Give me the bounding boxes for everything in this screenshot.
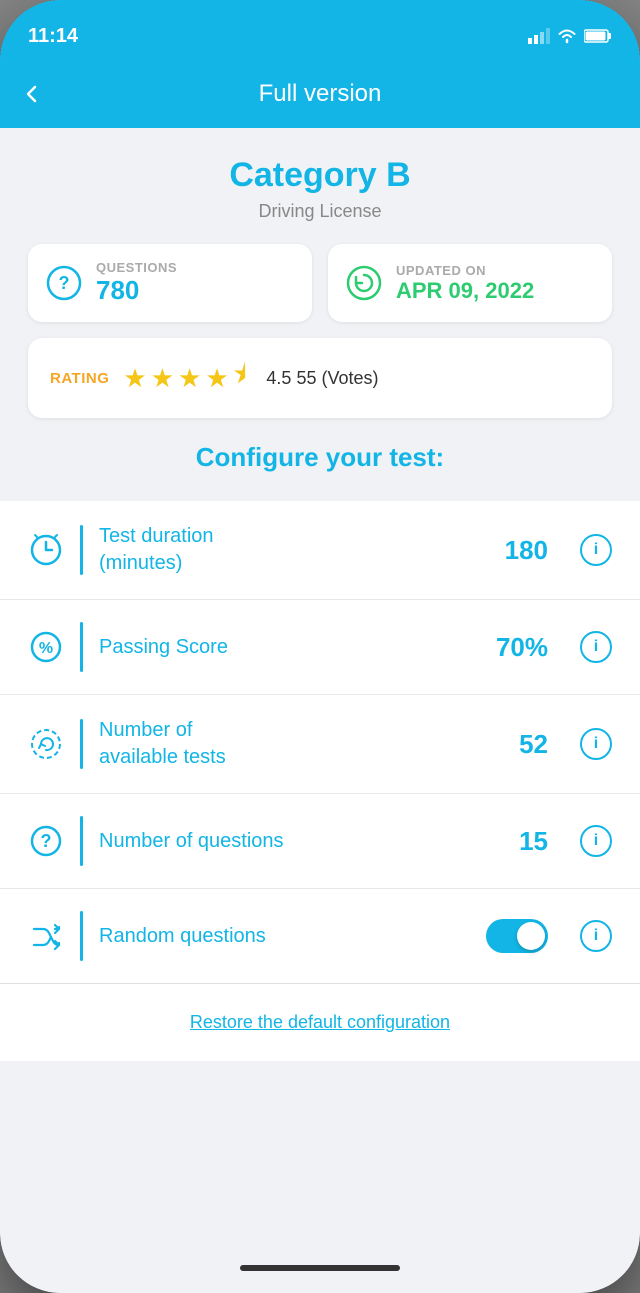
clock-icon [28,533,64,567]
config-item-num-questions[interactable]: ? Number of questions 15 i [0,794,640,889]
random-questions-info-button[interactable]: i [580,920,612,952]
content-area: Category B Driving License ? QUESTIONS [0,128,640,1243]
category-subtitle: Driving License [28,201,612,222]
num-questions-value: 15 [519,826,548,857]
restore-link[interactable]: Restore the default configuration [190,1012,450,1032]
updated-card: UPDATED ON APR 09, 2022 [328,244,612,322]
available-tests-value: 52 [519,729,548,760]
info-cards: ? QUESTIONS 780 [28,244,612,322]
updated-value: APR 09, 2022 [396,278,534,304]
config-divider [80,719,83,769]
restore-section: Restore the default configuration [0,983,640,1061]
signal-icon [528,28,550,44]
config-item-passing-score[interactable]: % Passing Score 70% i [0,600,640,695]
question-circle-icon: ? [28,824,64,858]
status-bar: 11:14 [0,0,640,60]
config-divider [80,525,83,575]
updated-text: UPDATED ON APR 09, 2022 [396,263,534,304]
toggle-knob [517,922,545,950]
star-1: ★ [123,363,146,394]
stars: ★ ★ ★ ★ ⯨ [123,356,246,400]
status-time: 11:14 [28,25,78,48]
test-duration-label: Test duration(minutes) [99,523,489,577]
nav-title: Full version [259,80,382,108]
available-tests-info-button[interactable]: i [580,728,612,760]
random-questions-toggle[interactable] [486,919,548,953]
questions-card: ? QUESTIONS 780 [28,244,312,322]
percent-icon: % [28,630,64,664]
header-section: Category B Driving License ? QUESTIONS [0,128,640,493]
nav-bar: Full version [0,60,640,128]
config-item-random-questions[interactable]: Random questions i [0,889,640,983]
passing-score-label: Passing Score [99,634,480,661]
config-divider [80,622,83,672]
rating-card: RATING ★ ★ ★ ★ ⯨ 4.5 55 (Votes) [28,338,612,418]
bottom-bar [0,1243,640,1293]
questions-value: 780 [96,275,177,306]
config-divider [80,816,83,866]
wifi-icon [556,28,578,44]
passing-score-info-button[interactable]: i [580,631,612,663]
test-duration-value: 180 [505,535,548,566]
star-3: ★ [178,363,201,394]
svg-text:%: % [39,640,53,657]
questions-label: QUESTIONS [96,260,177,275]
category-title: Category B [28,156,612,195]
configure-title: Configure your test: [28,442,612,473]
refresh-icon [28,727,64,761]
num-questions-info-button[interactable]: i [580,825,612,857]
battery-icon [584,29,612,43]
config-item-test-duration[interactable]: Test duration(minutes) 180 i [0,501,640,600]
random-questions-label: Random questions [99,923,470,950]
star-2: ★ [151,363,174,394]
available-tests-label: Number ofavailable tests [99,717,503,771]
star-4: ★ [205,363,228,394]
config-item-available-tests[interactable]: Number ofavailable tests 52 i [0,695,640,794]
passing-score-value: 70% [496,632,548,663]
home-indicator [240,1265,400,1271]
svg-text:?: ? [41,831,52,851]
updated-icon [346,265,382,301]
config-list: Test duration(minutes) 180 i % Passing S… [0,501,640,983]
rating-score: 4.5 55 (Votes) [266,368,378,389]
star-5: ⯨ [233,356,247,400]
num-questions-label: Number of questions [99,828,503,855]
test-duration-info-button[interactable]: i [580,534,612,566]
rating-label: RATING [50,370,109,387]
updated-label: UPDATED ON [396,263,534,278]
status-icons [528,28,612,44]
back-button[interactable] [20,82,44,106]
svg-text:?: ? [59,273,70,293]
config-divider [80,911,83,961]
shuffle-icon [28,919,64,953]
questions-icon: ? [46,265,82,301]
questions-text: QUESTIONS 780 [96,260,177,306]
